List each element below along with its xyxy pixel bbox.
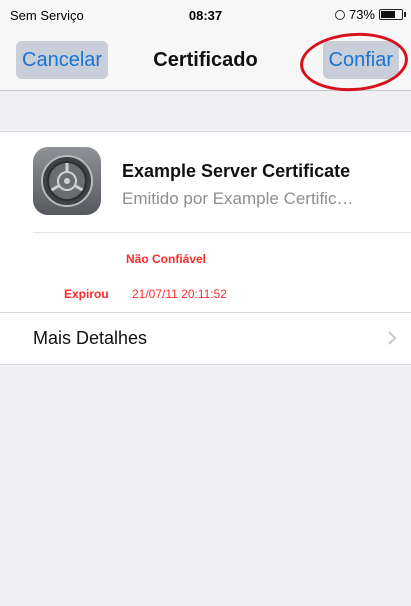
more-details-label: Mais Detalhes [33,328,148,348]
status-bar: Sem Serviço 08:37 73% [0,0,411,30]
trust-button[interactable]: Confiar [322,41,399,79]
more-details-row[interactable]: Mais Detalhes [0,313,411,363]
certificate-name: Example Server Certificate [122,161,351,181]
divider [33,232,411,233]
expired-label: Expirou [64,287,109,301]
lock-rotation-icon [334,9,345,20]
certificate-issuer: Emitido por Example Certific… [122,189,354,208]
trust-status: Não Confiável [126,252,207,266]
expired-date: 21/07/11 20:11:52 [132,287,227,301]
status-right: 73% [334,7,406,22]
cancel-button[interactable]: Cancelar [16,41,109,79]
battery-icon [379,9,406,20]
navigation-bar: Cancelar Certificado Confiar [0,29,411,95]
certificate-card: Example Server Certificate Emitido por E… [0,131,411,365]
certificate-gear-icon [33,147,101,215]
battery-percent: 73% [348,7,375,22]
chevron-right-icon [388,331,397,345]
